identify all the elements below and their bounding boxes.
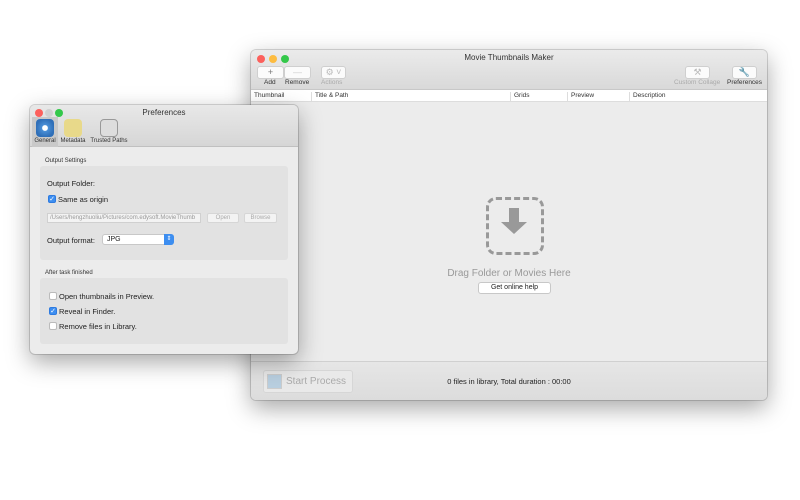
reveal-finder-label: Reveal in Finder. (59, 307, 116, 316)
output-format-label: Output format: (47, 236, 95, 245)
tag-icon (64, 119, 82, 137)
reveal-finder-checkbox[interactable]: ✓ (49, 307, 57, 315)
preferences-title: Preferences (142, 108, 186, 117)
actions-label: Actions (321, 79, 343, 86)
drop-area[interactable]: Drag Folder or Movies Here Get online he… (251, 102, 767, 361)
main-window: Movie Thumbnails Maker + — Add Remove ⚙ … (251, 50, 767, 400)
open-preview-label: Open thumbnails in Preview. (59, 292, 155, 301)
tab-label: Trusted Paths (90, 138, 128, 144)
column-thumbnail[interactable]: Thumbnail (251, 92, 284, 102)
output-format-select[interactable]: JPG ⇕ (102, 234, 174, 245)
tab-general[interactable]: General (32, 117, 58, 147)
tab-trusted-paths[interactable]: Trusted Paths (88, 117, 130, 147)
preferences-window: Preferences General Metadata Trusted Pat… (30, 105, 298, 354)
tab-metadata[interactable]: Metadata (58, 117, 88, 147)
remove-files-checkbox[interactable] (49, 322, 57, 330)
download-icon (486, 197, 544, 255)
online-help-button[interactable]: Get online help (478, 282, 551, 294)
same-as-origin-label: Same as origin (58, 195, 109, 204)
preferences-label: Preferences (727, 79, 763, 86)
add-label: Add (264, 79, 276, 86)
remove-files-label: Remove files in Library. (59, 322, 137, 331)
output-path-field[interactable]: /Users/hengzhuoliu/Pictures/com.edysoft.… (47, 213, 201, 223)
tab-label: General (34, 138, 56, 144)
preferences-button[interactable]: 🔧 (732, 66, 757, 79)
open-button[interactable]: Open (207, 213, 239, 223)
column-description[interactable]: Description (629, 92, 666, 102)
gear-icon: ⚙ ˅ (325, 67, 342, 77)
same-as-origin-checkbox[interactable]: ✓ (48, 195, 56, 203)
remove-button[interactable]: — (284, 66, 311, 79)
footer: Start Process 0 files in library, Total … (251, 361, 767, 400)
after-task-label: After task finished (45, 270, 93, 276)
tools-icon: ⚒ (693, 67, 702, 77)
custom-collage-label: Custom Collage (674, 79, 721, 86)
house-icon (100, 119, 118, 137)
window-title: Movie Thumbnails Maker (464, 53, 554, 62)
column-grids[interactable]: Grids (510, 92, 530, 102)
output-format-value: JPG (107, 236, 121, 243)
open-preview-checkbox[interactable] (49, 292, 57, 300)
actions-button[interactable]: ⚙ ˅ (321, 66, 346, 79)
custom-collage-button[interactable]: ⚒ (685, 66, 710, 79)
gear-icon (36, 119, 54, 137)
tab-label: Metadata (60, 138, 86, 144)
column-preview[interactable]: Preview (567, 92, 594, 102)
output-folder-label: Output Folder: (47, 179, 95, 188)
column-title-path[interactable]: Title & Path (311, 92, 348, 102)
remove-label: Remove (285, 79, 310, 86)
status-text: 0 files in library, Total duration : 00:… (447, 377, 571, 386)
browse-button[interactable]: Browse (244, 213, 277, 223)
table-header: Thumbnail Title & Path Grids Preview Des… (251, 90, 767, 102)
output-settings-label: Output Settings (45, 158, 87, 164)
add-button[interactable]: + (257, 66, 284, 79)
wrench-icon: 🔧 (738, 67, 751, 77)
drop-text: Drag Folder or Movies Here (447, 268, 571, 279)
preferences-toolbar: Preferences General Metadata Trusted Pat… (30, 105, 298, 147)
main-toolbar: Movie Thumbnails Maker + — Add Remove ⚙ … (251, 50, 767, 90)
chevron-updown-icon: ⇕ (164, 234, 174, 245)
